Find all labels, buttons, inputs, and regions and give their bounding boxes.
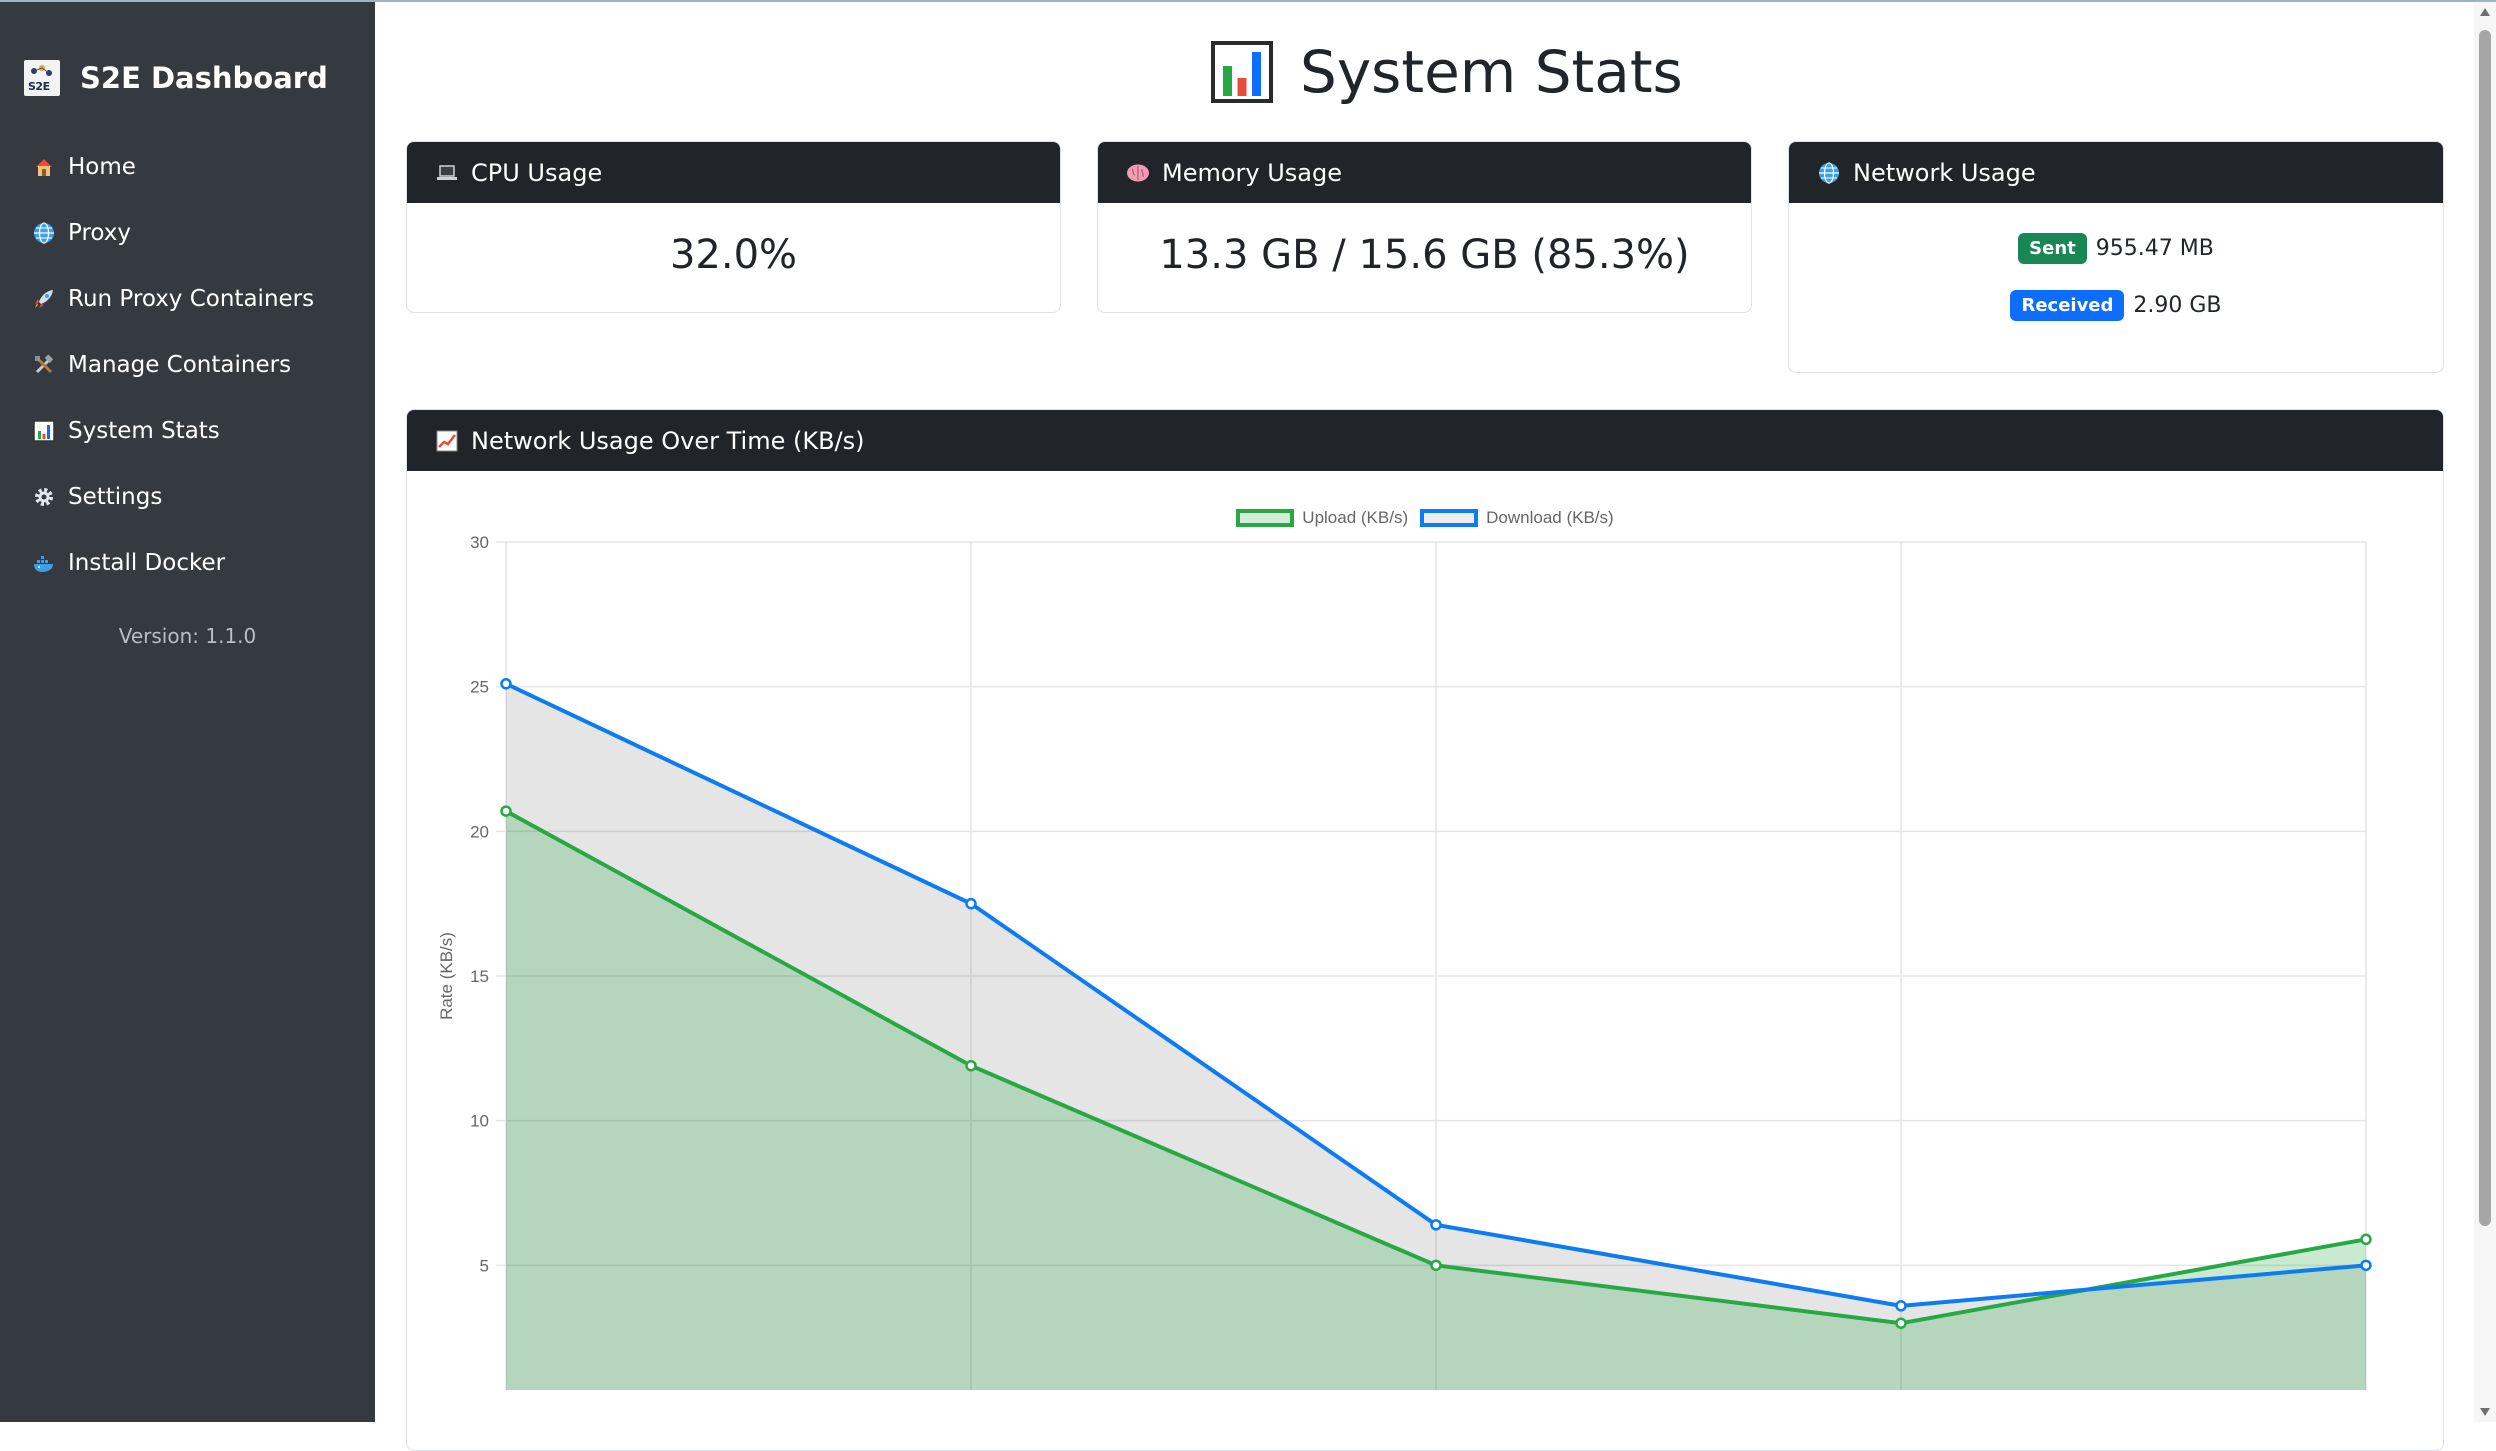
- globe-icon: [32, 221, 56, 245]
- house-icon: [32, 155, 56, 179]
- upload-data-point: [1895, 1317, 1907, 1329]
- scroll-down-arrow-icon[interactable]: [2480, 1408, 2490, 1416]
- sidebar-item-label: Manage Containers: [68, 352, 292, 378]
- sidebar-item-home[interactable]: Home: [32, 134, 314, 200]
- upload-data-point: [2360, 1233, 2372, 1246]
- cpu-usage-card: CPU Usage 32.0%: [406, 141, 1061, 313]
- logo-mark-icon: [31, 65, 52, 76]
- app-version: Version: 1.1.0: [118, 624, 257, 648]
- gear-icon: [32, 485, 56, 509]
- brand-title: S2E Dashboard: [80, 61, 328, 95]
- y-tick-label: 20: [470, 822, 489, 841]
- globe-icon: [1817, 161, 1841, 185]
- sidebar-item-proxy[interactable]: Proxy: [32, 200, 314, 266]
- sidebar-item-install-docker[interactable]: Install Docker: [32, 530, 314, 596]
- download-data-point: [500, 678, 512, 690]
- sidebar-item-label: Home: [68, 154, 136, 180]
- received-badge: Received: [2010, 290, 2125, 321]
- sidebar-item-label: Install Docker: [68, 550, 226, 576]
- download-data-point: [1430, 1219, 1442, 1231]
- y-tick-label: 30: [470, 533, 489, 552]
- brain-icon: [1126, 161, 1150, 185]
- sidebar-item-settings[interactable]: Settings: [32, 464, 314, 530]
- y-tick-label: 15: [470, 967, 489, 986]
- network-received-row: Received 2.90 GB: [1789, 290, 2443, 321]
- bar-chart-icon: [1211, 41, 1273, 103]
- download-data-point: [1895, 1300, 1907, 1312]
- y-tick-label: 5: [480, 1256, 489, 1275]
- sidebar-item-label: Proxy: [68, 220, 132, 246]
- sidebar-item-label: Settings: [68, 484, 163, 510]
- sidebar-item-run-proxy-containers[interactable]: Run Proxy Containers: [32, 266, 314, 332]
- cpu-usage-title: CPU Usage: [471, 158, 603, 187]
- laptop-icon: [435, 161, 459, 185]
- y-tick-label: 25: [470, 678, 489, 697]
- network-usage-title: Network Usage: [1853, 158, 2036, 187]
- download-data-point: [2360, 1259, 2372, 1272]
- y-tick-label: 10: [470, 1112, 489, 1131]
- upload-data-point: [1430, 1259, 1442, 1272]
- sidebar-item-system-stats[interactable]: System Stats: [32, 398, 314, 464]
- cpu-usage-card-header: CPU Usage: [407, 142, 1060, 203]
- memory-usage-title: Memory Usage: [1162, 158, 1343, 187]
- sidebar-nav: Home Proxy Run Proxy Containers Manage C…: [32, 134, 314, 596]
- sidebar: S2E S2E Dashboard Home Proxy Run Proxy C…: [0, 2, 375, 1422]
- page-scrollbar[interactable]: [2474, 2, 2496, 1422]
- network-sent-value: 955.47 MB: [2095, 236, 2214, 261]
- memory-usage-card: Memory Usage 13.3 GB / 15.6 GB (85.3%): [1097, 141, 1752, 313]
- scroll-up-arrow-icon[interactable]: [2480, 8, 2490, 16]
- network-usage-chart: 051015202530Rate (KB/s): [437, 533, 2372, 1390]
- brand-logo: S2E: [24, 60, 60, 96]
- sidebar-item-label: Run Proxy Containers: [68, 286, 315, 312]
- network-usage-card: Network Usage Sent 955.47 MB Received 2.…: [1788, 141, 2444, 373]
- brand-logo-text: S2E: [28, 80, 50, 93]
- docker-whale-icon: [32, 551, 56, 575]
- memory-usage-card-header: Memory Usage: [1098, 142, 1751, 203]
- bar-chart-icon: [32, 419, 56, 443]
- cpu-usage-value: 32.0%: [669, 232, 798, 278]
- rocket-icon: [32, 287, 56, 311]
- upload-data-point: [965, 1059, 977, 1072]
- network-chart-card: Network Usage Over Time (KB/s) Upload (K…: [406, 409, 2444, 1451]
- sent-badge: Sent: [2018, 233, 2087, 264]
- network-received-value: 2.90 GB: [2133, 293, 2222, 318]
- upload-data-point: [500, 805, 512, 817]
- tools-icon: [32, 353, 56, 377]
- scrollbar-thumb[interactable]: [2479, 30, 2491, 1226]
- network-sent-row: Sent 955.47 MB: [1789, 233, 2443, 264]
- download-data-point: [965, 897, 977, 910]
- sidebar-item-label: System Stats: [68, 418, 220, 444]
- sidebar-item-manage-containers[interactable]: Manage Containers: [32, 332, 314, 398]
- memory-usage-value: 13.3 GB / 15.6 GB (85.3%): [1159, 232, 1690, 278]
- brand[interactable]: S2E S2E Dashboard: [24, 60, 328, 96]
- page-title-text: System Stats: [1300, 38, 1683, 106]
- page-title: System Stats: [1210, 38, 1683, 106]
- y-axis-label: Rate (KB/s): [437, 932, 456, 1020]
- network-usage-card-header: Network Usage: [1789, 142, 2443, 203]
